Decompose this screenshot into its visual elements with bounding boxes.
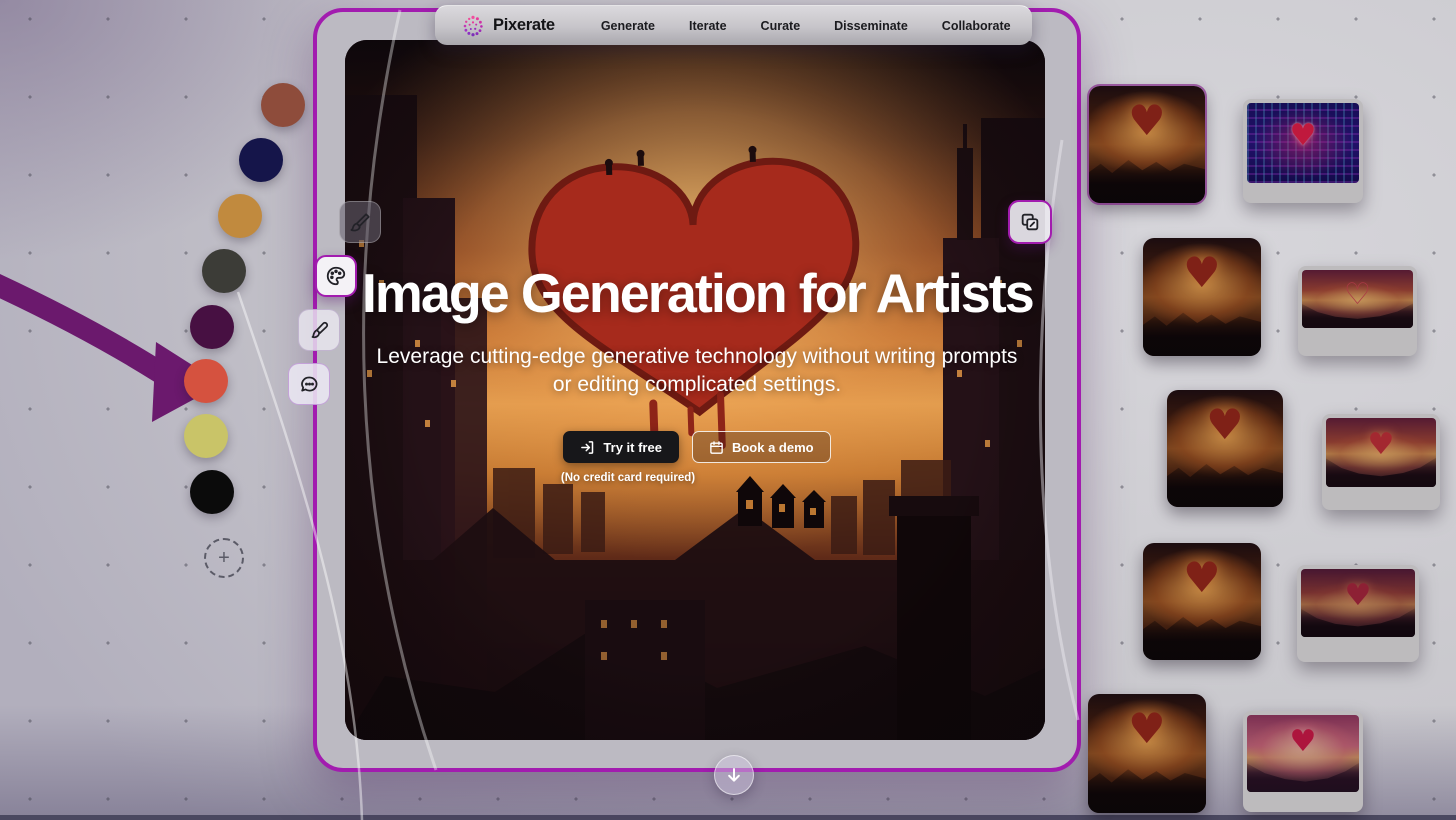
add-color-button[interactable]: + (204, 538, 244, 578)
heart-glyph: ♡ (1344, 277, 1371, 313)
paintbrush-icon (350, 212, 370, 231)
gallery-thumbnail-9[interactable]: ♥ (1088, 694, 1206, 813)
copy-icon (1021, 213, 1039, 231)
heart-glyph: ♥ (1183, 248, 1221, 298)
nav-item-generate[interactable]: Generate (601, 19, 655, 33)
login-icon (581, 440, 594, 454)
brand-logo[interactable]: Pixerate (461, 14, 555, 38)
color-swatch-4[interactable] (202, 249, 246, 293)
nav-item-iterate[interactable]: Iterate (689, 19, 727, 33)
try-it-free-button[interactable]: Try it free (563, 431, 679, 464)
gallery-thumbnail-7[interactable]: ♥ (1143, 543, 1261, 660)
color-swatch-8[interactable] (190, 470, 234, 514)
scroll-down-button[interactable] (714, 755, 754, 795)
color-swatch-5[interactable] (190, 305, 234, 349)
top-navbar: Pixerate Generate Iterate Curate Disseminat… (435, 5, 1032, 45)
down-arrow-icon (728, 768, 740, 782)
heart-glyph: ♥ (1289, 117, 1317, 153)
duplicate-tool-button[interactable] (1008, 200, 1052, 244)
heart-glyph: ♥ (1128, 96, 1166, 146)
try-it-free-label: Try it free (603, 439, 662, 455)
heart-glyph: ♥ (1206, 400, 1244, 450)
hero-subtitle: Leverage cutting-edge generative technol… (376, 345, 1018, 397)
pen-tool-button[interactable] (298, 309, 340, 351)
cta-note: (No credit card required) (560, 472, 696, 485)
gallery-thumbnail-5[interactable]: ♥ (1167, 390, 1283, 507)
heart-glyph: ♥ (1367, 427, 1395, 463)
nav-item-disseminate[interactable]: Disseminate (834, 19, 908, 33)
bottom-strip (0, 815, 1456, 820)
gallery-thumbnail-4[interactable]: ♡ (1298, 266, 1417, 356)
card-image: ♡ (1302, 270, 1413, 328)
gallery-thumbnail-2[interactable]: ♥ (1243, 99, 1363, 203)
nav-items: Generate Iterate Curate Disseminate Collabor… (601, 19, 1011, 33)
book-a-demo-button[interactable]: Book a demo (691, 431, 831, 464)
chat-tool-button[interactable] (288, 363, 330, 405)
hero-card: Image Generation for Artists Leverage cu… (313, 8, 1081, 772)
card-image: ♥ (1326, 418, 1436, 487)
gallery-thumbnail-8[interactable]: ♥ (1297, 565, 1419, 662)
plus-icon: + (218, 546, 230, 569)
hero-title: Image Generation for Artists (361, 262, 1035, 324)
color-swatch-3[interactable] (218, 194, 262, 238)
gallery-thumbnail-3[interactable]: ♥ (1143, 238, 1261, 356)
heart-glyph: ♥ (1128, 704, 1166, 754)
card-image: ♥ (1301, 569, 1415, 637)
heart-glyph: ♥ (1344, 578, 1372, 614)
nav-item-curate[interactable]: Curate (761, 19, 801, 33)
cta-row: Try it free Book a demo (563, 431, 831, 464)
palette-tool-button[interactable] (315, 255, 357, 297)
chat-icon (300, 376, 317, 391)
gallery-thumbnail-1[interactable]: ♥ (1087, 84, 1207, 205)
color-swatch-2[interactable] (239, 138, 283, 182)
color-swatch-7[interactable] (184, 414, 228, 458)
calendar-icon (710, 440, 723, 454)
color-swatch-6[interactable] (184, 359, 228, 403)
gallery-thumbnail-10[interactable]: ♥ (1243, 711, 1363, 812)
card-image: ♥ (1247, 103, 1359, 183)
pen-icon (311, 321, 328, 338)
palette-icon (326, 266, 346, 286)
pixerate-logo-icon (463, 15, 483, 36)
paintbrush-tool-button[interactable] (339, 201, 381, 243)
color-swatch-1[interactable] (261, 83, 305, 127)
heart-glyph: ♥ (1289, 724, 1317, 760)
nav-item-collaborate[interactable]: Collaborate (942, 19, 1011, 33)
card-image: ♥ (1247, 715, 1359, 792)
brand-name: Pixerate (493, 16, 555, 34)
heart-glyph: ♥ (1183, 553, 1221, 603)
book-a-demo-label: Book a demo (731, 439, 814, 455)
gallery-thumbnail-6[interactable]: ♥ (1322, 414, 1440, 510)
